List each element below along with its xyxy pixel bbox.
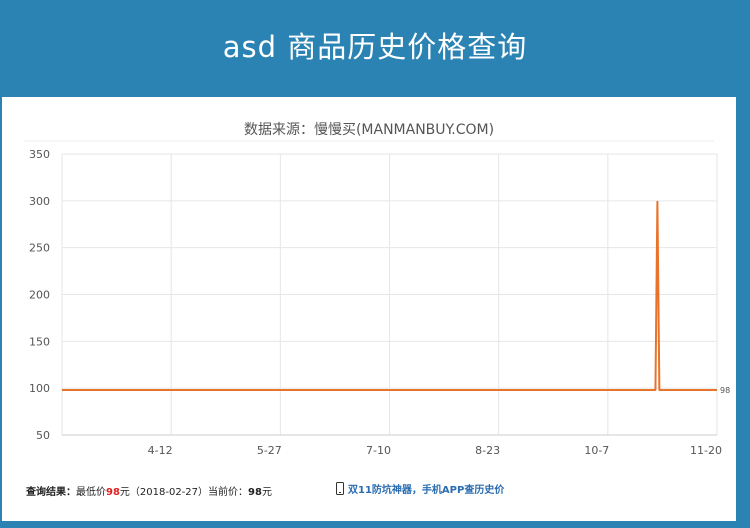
- chart-panel: 数据来源：慢慢买(MANMANBUY.COM) 350 300 250 200 150 1…: [2, 97, 736, 521]
- x-tick-label: 8-23: [475, 444, 500, 457]
- y-tick-label: 350: [29, 148, 50, 161]
- price-chart: 350 300 250 200 150 100 50 4-12 5-27 7-10 8-23 10-7…: [24, 140, 730, 457]
- page-title: asd 商品历史价格查询: [222, 30, 528, 64]
- query-result: 查询结果：最低价98元（2018-02-27）当前价：98元: [26, 483, 272, 498]
- end-value-label: 98: [720, 386, 730, 395]
- y-tick-label: 200: [29, 289, 50, 302]
- app-link[interactable]: 双11防坑神器，手机APP查历史价: [336, 481, 504, 496]
- lowest-date: （2018-02-27）: [129, 487, 209, 498]
- current-price: 98: [248, 487, 262, 498]
- x-tick-label: 4-12: [148, 444, 173, 457]
- result-label: 查询结果：: [26, 487, 76, 498]
- y-tick-label: 100: [29, 382, 50, 395]
- x-tick-label: 5-27: [257, 444, 282, 457]
- y-tick-label: 300: [29, 195, 50, 208]
- lowest-price: 98: [106, 487, 120, 498]
- app-link-text: 双11防坑神器，手机APP查历史价: [348, 485, 505, 496]
- y-tick-label: 50: [36, 429, 50, 442]
- x-tick-label: 7-10: [366, 444, 391, 457]
- x-tick-label: 11-20: [690, 444, 722, 457]
- lowest-label: 最低价: [76, 487, 106, 498]
- header: asd 商品历史价格查询: [0, 0, 750, 97]
- phone-icon: [336, 482, 344, 495]
- yuan-unit-2: 元: [261, 487, 272, 498]
- x-tick-label: 10-7: [584, 444, 609, 457]
- y-tick-label: 150: [29, 335, 50, 348]
- y-tick-label: 250: [29, 242, 50, 255]
- yuan-unit: 元: [119, 487, 130, 498]
- current-label: 当前价：: [208, 487, 249, 498]
